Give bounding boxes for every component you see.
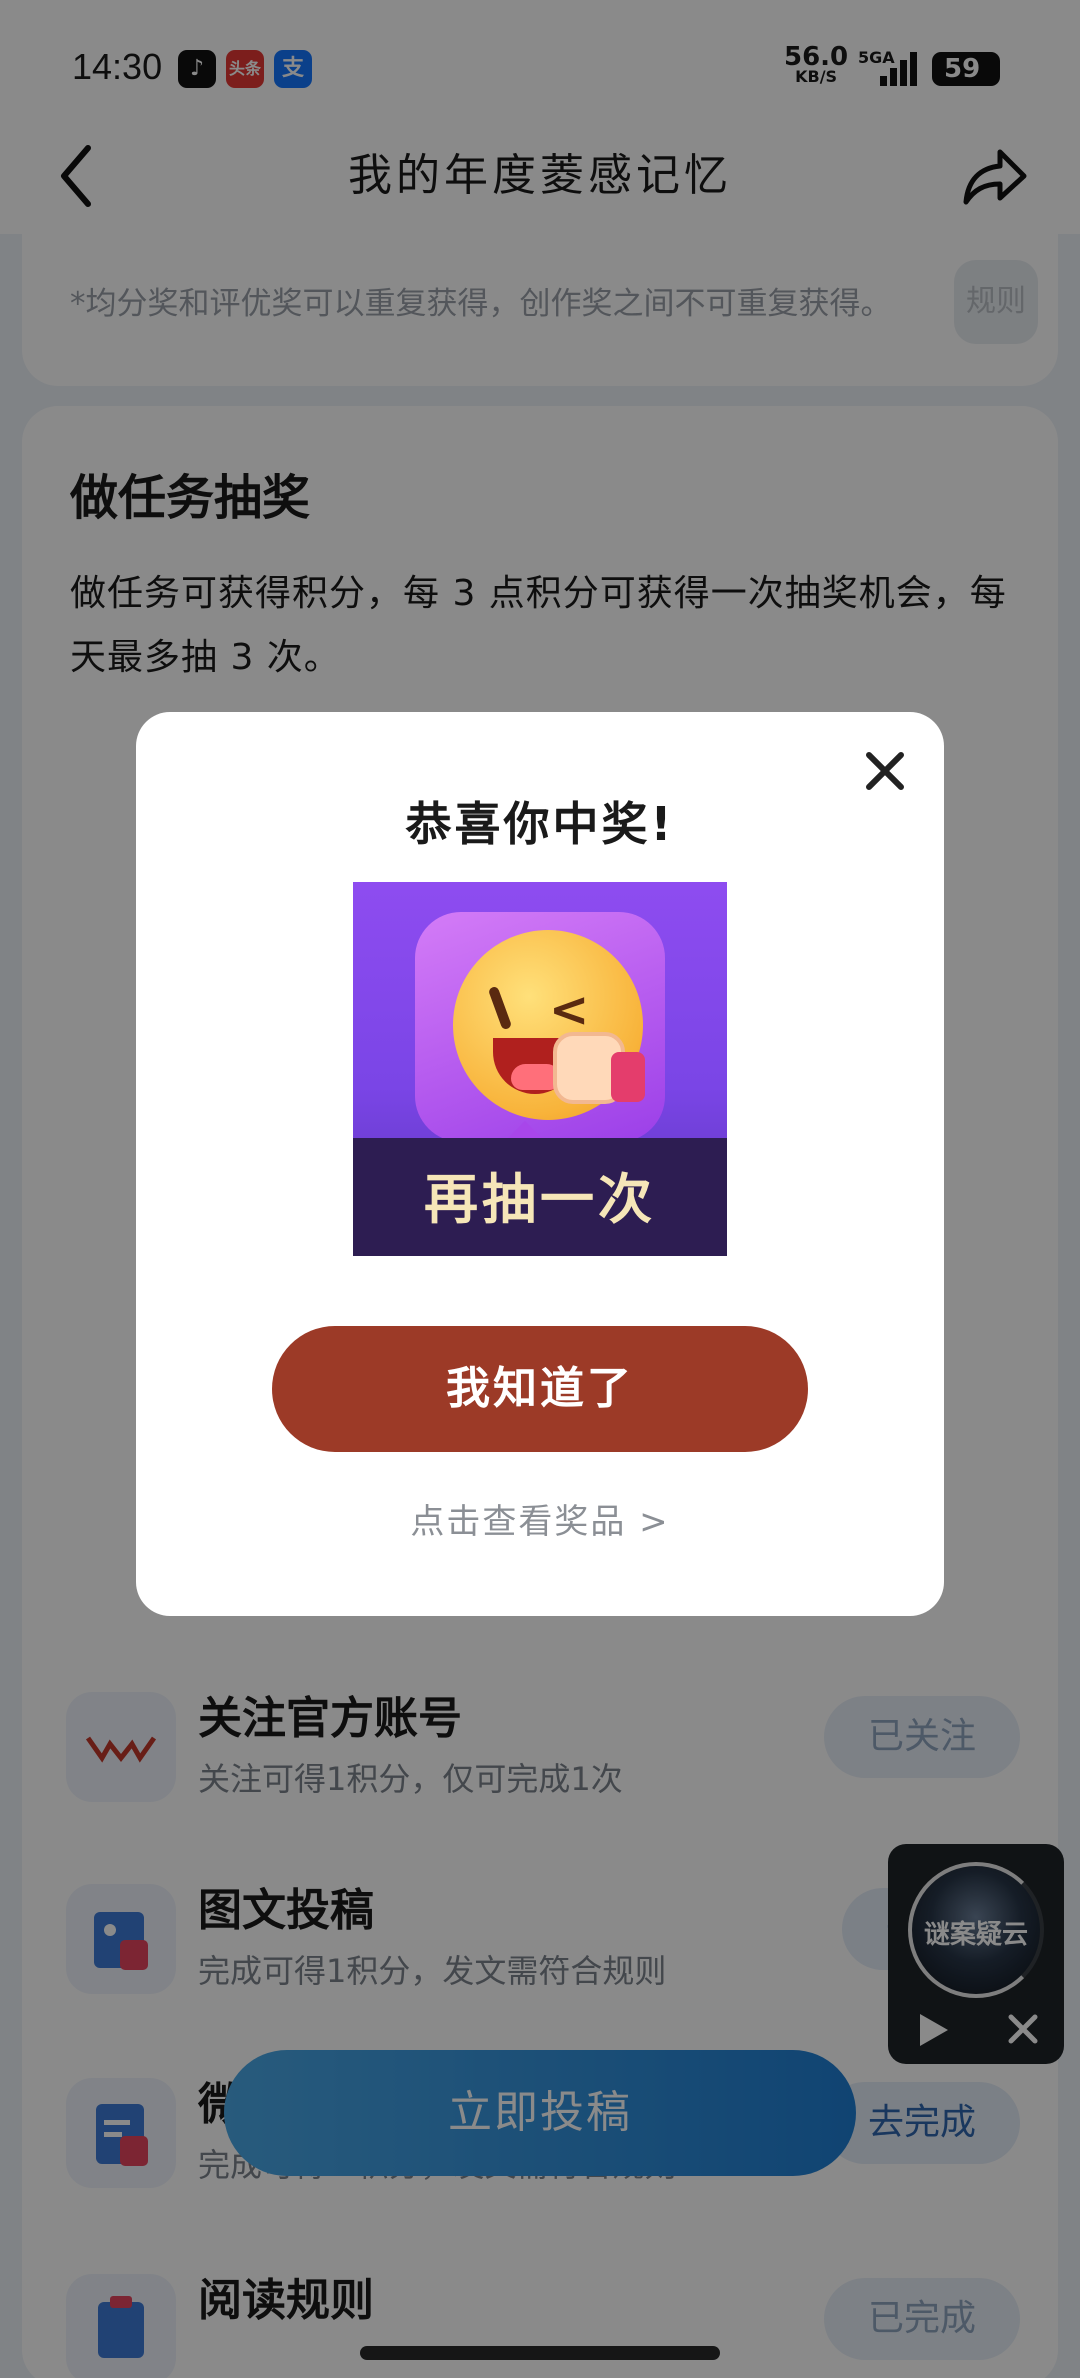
- got-it-button[interactable]: 我知道了: [272, 1326, 808, 1452]
- prize-image: < 再抽一次: [353, 882, 727, 1256]
- view-prizes-link[interactable]: 点击查看奖品 >: [136, 1494, 944, 1543]
- dialog-title: 恭喜你中奖!: [405, 797, 675, 851]
- prize-label: 再抽一次: [424, 1168, 656, 1231]
- prize-dialog: 恭喜你中奖! < 再抽一次 我知道了 点击查看奖品 >: [136, 712, 944, 1616]
